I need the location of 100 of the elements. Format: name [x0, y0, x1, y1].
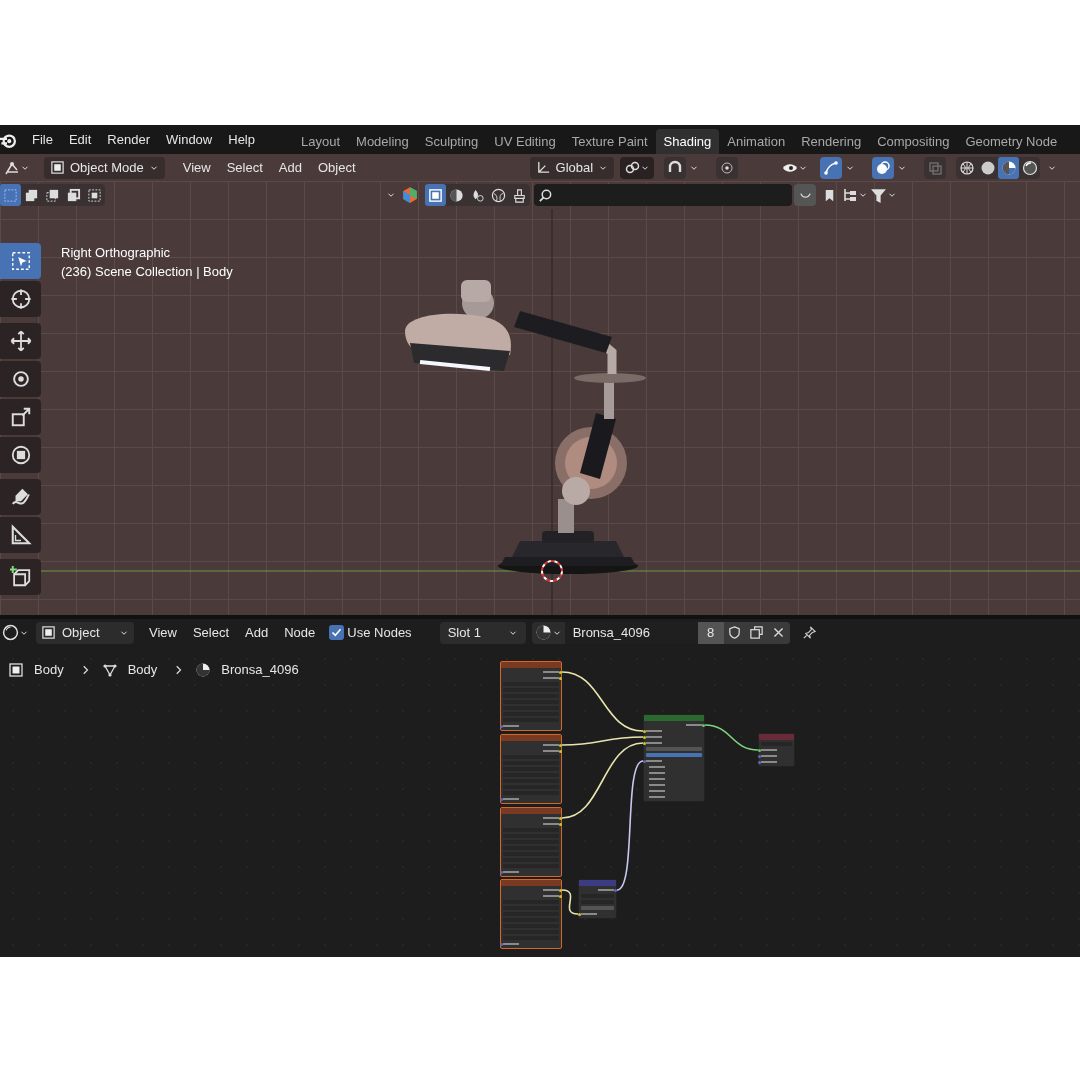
user-count[interactable]: 8 — [697, 621, 724, 644]
orientation-dropdown[interactable]: Global — [529, 156, 615, 179]
sphere-icon — [2, 624, 19, 641]
workspace-tab[interactable]: Texture Paint — [563, 129, 656, 154]
menu-item[interactable]: Node — [276, 622, 324, 643]
hexagon-icon — [401, 186, 419, 204]
selection-mode-icon — [24, 187, 39, 203]
search-field[interactable] — [534, 184, 792, 206]
slot-dropdown[interactable]: Slot 1 — [439, 621, 526, 644]
workspace-tab[interactable]: Animation — [719, 129, 794, 154]
view-name-label: Right Orthographic — [61, 244, 172, 262]
workspace-tab[interactable]: Rendering — [793, 129, 870, 154]
menu-item[interactable]: Edit — [60, 127, 100, 152]
image-texture-node[interactable] — [500, 734, 562, 804]
material-icon — [195, 661, 212, 678]
material-sphere-icon — [1000, 159, 1017, 176]
workspace-tab[interactable]: Modeling — [348, 129, 417, 154]
menu-item[interactable]: Add — [237, 622, 277, 643]
transform-icon — [9, 444, 32, 466]
selection-mode-icon — [3, 187, 18, 203]
move-icon — [9, 330, 32, 352]
edit-mode-icon — [449, 187, 464, 203]
funnel-icon — [870, 186, 887, 204]
image-texture-node[interactable] — [500, 879, 562, 949]
node-link — [704, 724, 759, 751]
unlink-button[interactable] — [767, 621, 790, 644]
search-icon — [538, 187, 553, 203]
filter-button[interactable] — [794, 184, 816, 206]
wireframe-sphere-icon — [958, 159, 975, 176]
hierarchy-icon — [842, 187, 858, 203]
image-texture-node[interactable] — [500, 807, 562, 877]
menu-item[interactable]: Help — [220, 127, 263, 152]
rendered-sphere-icon — [1021, 159, 1038, 176]
axes-icon — [535, 160, 551, 175]
pivot-button[interactable] — [620, 156, 655, 179]
tool-button[interactable] — [0, 559, 41, 595]
principled-bsdf-node[interactable] — [643, 714, 705, 802]
object-icon — [8, 661, 24, 678]
menu-item[interactable]: File — [24, 127, 61, 152]
image-texture-node[interactable] — [500, 661, 562, 731]
cursor-crosshair-icon — [541, 560, 563, 582]
cursor-icon — [9, 288, 32, 310]
workspace-tab[interactable]: Geometry Node — [957, 129, 1066, 154]
workspace-tab[interactable]: Sculpting — [416, 129, 487, 154]
texture-mode-icon — [491, 187, 506, 203]
shading-mode-button[interactable] — [998, 156, 1020, 179]
xray-toggle[interactable] — [924, 156, 947, 179]
material-output-node[interactable] — [758, 733, 795, 767]
editor-type-button[interactable] — [2, 624, 29, 641]
menu-item[interactable]: Object — [309, 157, 364, 178]
breadcrumb-label: Bronsa_4096 — [221, 661, 299, 679]
workspace-tab[interactable]: Layout — [293, 129, 349, 154]
menu-item[interactable]: Select — [184, 622, 238, 643]
workspace-tab[interactable]: Compositing — [869, 129, 958, 154]
shader-type-dropdown[interactable]: Object — [36, 621, 134, 644]
overlay-icon — [875, 159, 892, 176]
pin-icon — [802, 625, 818, 640]
workspace-tab[interactable]: UV Editing — [486, 129, 564, 154]
menu-item[interactable]: Window — [158, 127, 221, 152]
paint-mode-icon — [512, 187, 527, 203]
measure-icon — [9, 524, 32, 546]
scale-icon — [9, 406, 32, 428]
gizmo-toggle[interactable] — [820, 156, 843, 179]
shield-icon — [727, 625, 743, 640]
overlay-toggle[interactable] — [872, 156, 895, 179]
checkmark-icon — [330, 626, 344, 639]
tool-button[interactable] — [0, 479, 41, 515]
copy-icon — [749, 625, 765, 640]
selection-mode-icon — [87, 187, 102, 203]
tool-button[interactable] — [0, 361, 41, 397]
object-mode-icon — [428, 187, 443, 203]
link-icon — [624, 159, 641, 176]
tool-button[interactable] — [0, 281, 41, 317]
selection-mode-icon — [66, 187, 81, 203]
tool-button[interactable] — [0, 399, 41, 435]
collection-info-label: (236) Scene Collection | Body — [61, 263, 233, 281]
normal-map-node[interactable] — [578, 879, 617, 919]
snap-toggle[interactable] — [664, 156, 687, 179]
material-name-field[interactable]: Bronsa_4096 — [564, 621, 698, 644]
node-link — [561, 889, 579, 915]
proportional-toggle[interactable] — [716, 156, 739, 179]
workspace-tab[interactable]: Shading — [655, 129, 720, 154]
menu-item[interactable]: Add — [270, 157, 310, 178]
fake-user-button[interactable] — [723, 621, 746, 644]
selection-mode-icon — [45, 187, 60, 203]
tool-button[interactable] — [0, 437, 41, 473]
tool-button[interactable] — [0, 323, 41, 359]
menu-item[interactable]: Render — [99, 127, 158, 152]
add-cube-icon — [9, 566, 32, 588]
use-nodes-checkbox[interactable]: Use Nodes — [329, 622, 412, 643]
menu-item[interactable]: View — [174, 157, 219, 178]
mode-dropdown[interactable]: Object Mode — [44, 156, 165, 179]
breadcrumb-label: Body — [34, 661, 64, 679]
menu-item[interactable]: Select — [218, 157, 271, 178]
mode-filter-button[interactable] — [425, 184, 446, 206]
tool-button[interactable] — [0, 517, 41, 553]
menu-item[interactable]: View — [141, 622, 185, 643]
material-sphere-icon — [534, 624, 552, 641]
close-icon — [772, 626, 786, 639]
xray-icon — [927, 159, 944, 176]
